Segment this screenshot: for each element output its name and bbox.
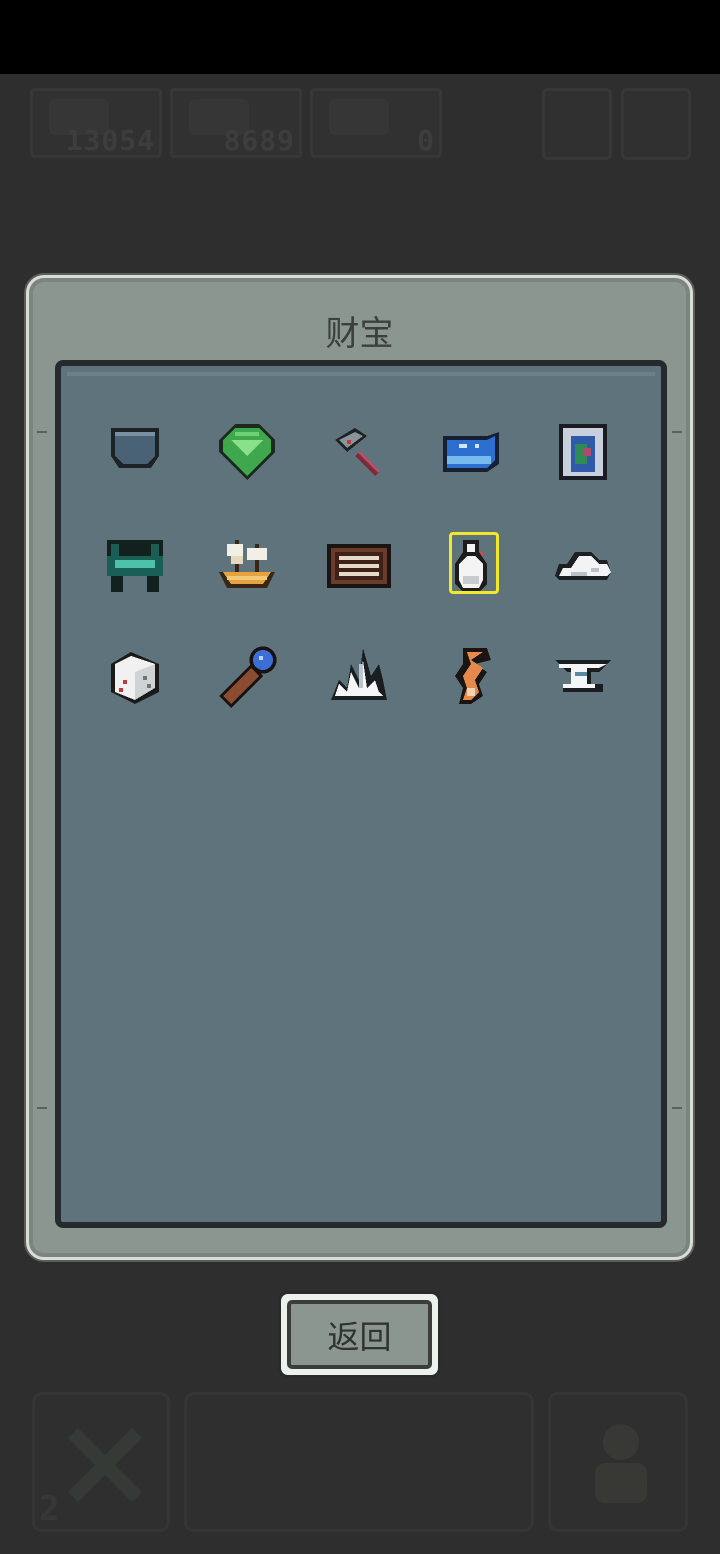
- jade-table-icon: [107, 540, 163, 592]
- treasure-slot[interactable]: [319, 412, 399, 492]
- panel-rivet: [672, 431, 682, 433]
- treasure-slot[interactable]: [95, 636, 175, 716]
- abacus-icon: [327, 544, 391, 588]
- treasure-slot[interactable]: [207, 524, 287, 604]
- dialog-title: 财宝: [325, 314, 394, 354]
- portal-icon: [559, 424, 607, 480]
- back-button-label: 返回: [287, 1300, 432, 1369]
- crystal-cluster-icon: [331, 648, 387, 700]
- status-bar: [0, 0, 720, 74]
- treasure-dialog: 财宝: [26, 275, 693, 1260]
- white-vase-icon: [455, 540, 487, 592]
- resource-value: 0: [417, 124, 435, 157]
- treasure-slot[interactable]: [431, 412, 511, 492]
- resource-counter: 0: [310, 88, 442, 158]
- treasure-slot[interactable]: [543, 636, 623, 716]
- panel-rivet: [37, 1107, 47, 1109]
- panel-rivet: [672, 1107, 682, 1109]
- resource-counter: 13054: [30, 88, 162, 158]
- bottom-action-bar: 2: [0, 1392, 720, 1537]
- settings-button[interactable]: [621, 88, 691, 160]
- whale-icon: [443, 432, 499, 472]
- back-button[interactable]: 返回: [278, 1291, 441, 1378]
- anvil-icon: [555, 660, 611, 692]
- fox-tail-icon: [455, 648, 491, 704]
- treasure-slot[interactable]: [431, 636, 511, 716]
- dice-icon: [111, 652, 159, 704]
- treasure-slot-selected[interactable]: [431, 524, 511, 604]
- treasure-slot[interactable]: [207, 636, 287, 716]
- treasure-slot[interactable]: [543, 412, 623, 492]
- hero-slot[interactable]: [548, 1392, 688, 1532]
- sailing-ship-icon: [219, 540, 275, 588]
- panel-rivet: [37, 431, 47, 433]
- treasure-slot[interactable]: [95, 524, 175, 604]
- cloud-icon: [555, 552, 611, 580]
- resource-counter: 8689: [170, 88, 302, 158]
- resource-value: 8689: [223, 124, 295, 157]
- telescope-icon: [219, 646, 277, 708]
- sword-count: 2: [39, 1489, 60, 1529]
- treasure-grid-panel: [55, 360, 667, 1228]
- treasure-slot[interactable]: [207, 412, 287, 492]
- treasure-slot[interactable]: [319, 636, 399, 716]
- treasure-slot[interactable]: [543, 524, 623, 604]
- crossed-swords-icon: [68, 1428, 142, 1502]
- panel-highlight: [67, 372, 655, 376]
- hero-silhouette-icon: [595, 1424, 647, 1503]
- resource-value: 13054: [65, 124, 155, 157]
- treasure-slot[interactable]: [319, 524, 399, 604]
- hammer-icon: [335, 428, 380, 476]
- menu-button[interactable]: [542, 88, 612, 160]
- pocket-icon: [111, 428, 159, 468]
- sword-slot[interactable]: 2: [32, 1392, 170, 1532]
- resource-hud: 13054 8689 0: [0, 88, 720, 163]
- emerald-icon: [219, 424, 275, 480]
- treasure-slot[interactable]: [95, 412, 175, 492]
- action-slot[interactable]: [184, 1392, 534, 1532]
- chest-resource-icon: [329, 99, 389, 135]
